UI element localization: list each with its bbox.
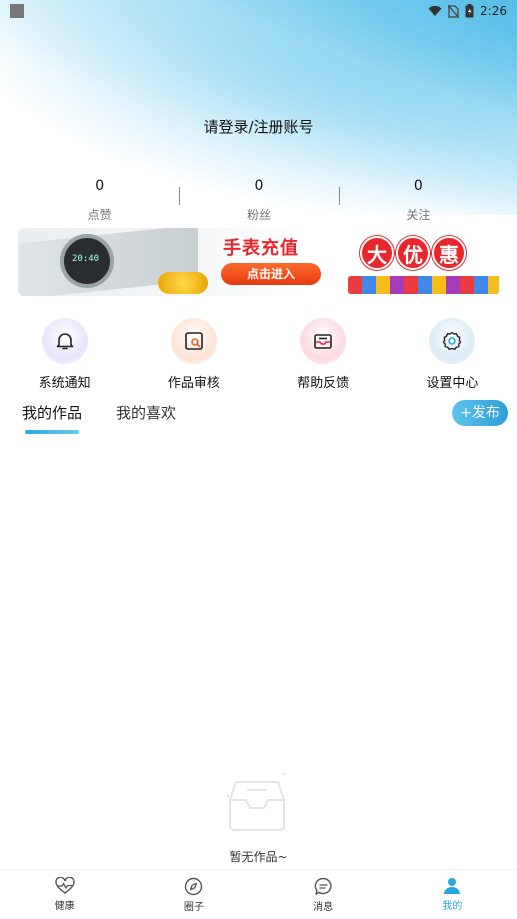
tab-label: 我的作品 (22, 404, 83, 422)
mail-icon (314, 334, 332, 349)
nav-label: 圈子 (183, 901, 204, 913)
promo-char: 优 (396, 236, 430, 270)
stat-fans-label: 粉丝 (246, 208, 271, 222)
nav-label: 我的 (442, 901, 463, 912)
gift-boxes-image (348, 276, 499, 294)
promo-char: 惠 (432, 236, 466, 270)
heart-pulse-icon (54, 877, 75, 894)
promo-char: 大 (360, 236, 394, 270)
watch-image: 20:40 (60, 234, 114, 288)
help-feedback-button[interactable]: 帮助反馈 (259, 318, 388, 391)
action-label: 作品审核 (167, 376, 220, 391)
empty-state-text: 暂无作品~ (229, 850, 288, 864)
tab-my-likes[interactable]: 我的喜欢 (116, 402, 176, 432)
stat-following-label: 关注 (406, 208, 431, 222)
tab-my-works[interactable]: 我的作品 (22, 402, 83, 434)
stat-likes[interactable]: 0 点赞 (20, 176, 179, 223)
stat-fans-value: 0 (254, 178, 264, 194)
banner-promo-text: 大 优 惠 (360, 236, 466, 270)
work-review-button[interactable]: 作品审核 (129, 318, 258, 391)
compass-icon (185, 877, 203, 895)
status-bar: 2:26 (0, 0, 517, 22)
review-icon (185, 332, 203, 350)
nav-mine[interactable]: 我的 (388, 870, 517, 919)
chat-icon (314, 877, 332, 895)
stat-likes-value: 0 (95, 178, 105, 194)
bell-icon (56, 333, 73, 350)
user-stats: 0 点赞 0 粉丝 0 关注 (20, 176, 498, 223)
watch-face-time: 20:40 (72, 254, 100, 264)
clock-text: 2:26 (480, 4, 507, 18)
tab-label: 我的喜欢 (116, 404, 177, 422)
nav-circle[interactable]: 圈子 (129, 870, 258, 919)
notification-icon (10, 4, 24, 18)
empty-box-icon (226, 772, 286, 831)
active-tab-indicator (25, 430, 79, 434)
nav-health[interactable]: 健康 (0, 870, 129, 919)
bottom-navigation: 健康 圈子 消息 我的 (0, 869, 517, 919)
no-sim-icon (448, 4, 460, 18)
coins-image (158, 272, 208, 294)
person-icon (444, 878, 461, 894)
publish-button[interactable]: +发布 (452, 400, 508, 426)
stat-fans[interactable]: 0 粉丝 (179, 176, 338, 223)
banner-title: 手表充值 (223, 238, 299, 259)
banner-enter-button[interactable]: 点击进入 (221, 263, 321, 285)
battery-icon (465, 4, 474, 18)
settings-center-button[interactable]: 设置中心 (388, 318, 517, 391)
nav-messages[interactable]: 消息 (259, 870, 388, 919)
quick-actions: 系统通知 作品审核 帮助反馈 设置中心 (0, 318, 517, 391)
nav-label: 健康 (54, 901, 75, 912)
system-notification-button[interactable]: 系统通知 (0, 318, 129, 391)
action-label: 帮助反馈 (297, 376, 350, 391)
wifi-icon (428, 5, 442, 16)
login-register-link[interactable]: 请登录/注册账号 (0, 116, 517, 137)
action-label: 设置中心 (426, 376, 479, 391)
nav-label: 消息 (313, 901, 334, 913)
action-label: 系统通知 (38, 376, 91, 391)
stat-following-value: 0 (413, 178, 423, 194)
promo-banner[interactable]: 20:40 手表充值 点击进入 大 优 惠 (18, 228, 499, 296)
gear-icon (443, 331, 462, 350)
content-tabs: 我的作品 我的喜欢 (22, 402, 176, 434)
stat-likes-label: 点赞 (87, 208, 112, 222)
stat-following[interactable]: 0 关注 (338, 176, 498, 223)
